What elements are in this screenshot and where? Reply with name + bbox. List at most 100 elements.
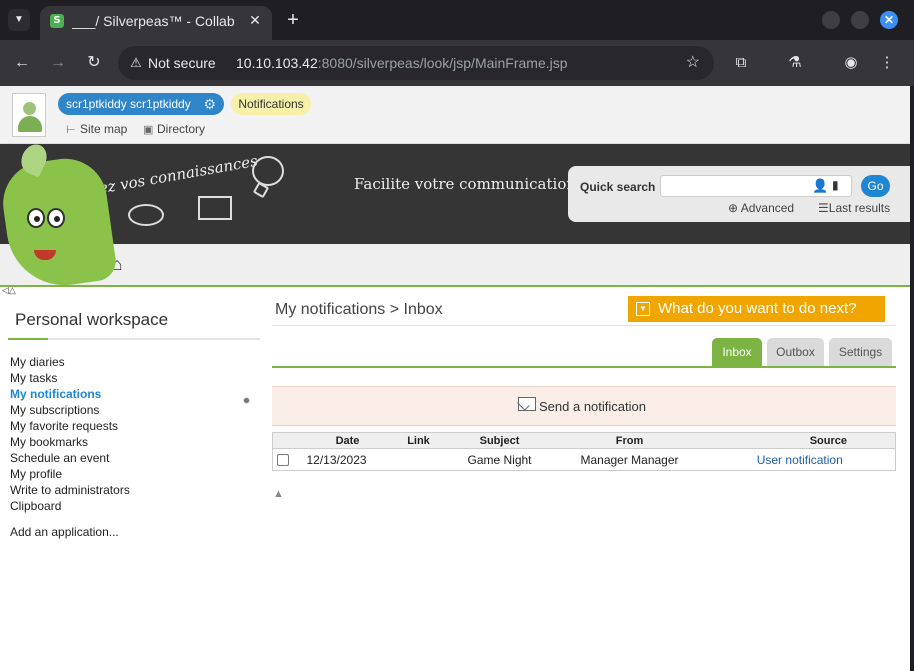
sitemap-icon: ⊢ bbox=[66, 124, 76, 136]
page-viewport: scr1ptkiddy scr1ptkiddy ⚙ Notifications … bbox=[0, 86, 910, 671]
send-notification-link[interactable]: Send a notification bbox=[539, 399, 646, 414]
kebab-menu-icon[interactable]: ⋮ bbox=[876, 52, 898, 74]
url-text[interactable]: 10.10.103.42:8080/silverpeas/look/jsp/Ma… bbox=[236, 54, 568, 72]
sidebar-item-my-notifications[interactable]: My notifications bbox=[10, 386, 101, 402]
url-path: :8080/silverpeas/look/jsp/MainFrame.jsp bbox=[317, 55, 568, 71]
breadcrumb: My notifications > Inbox bbox=[275, 301, 443, 319]
sidebar-item-my-diaries[interactable]: My diaries bbox=[10, 354, 65, 370]
silverpeas-favicon-icon: S bbox=[50, 14, 64, 28]
avatar-body bbox=[18, 116, 42, 132]
column-source[interactable]: Source bbox=[704, 432, 896, 449]
extension-icon[interactable]: ⧉ bbox=[730, 52, 752, 74]
avatar-head bbox=[23, 102, 36, 115]
row-subject[interactable]: Game Night bbox=[445, 449, 555, 471]
lab-flask-icon[interactable]: ⚗ bbox=[784, 52, 806, 74]
sidebar-item-schedule-event[interactable]: Schedule an event bbox=[10, 450, 109, 466]
browser-tabstrip: ▼ S ___/ Silverpeas™ - Collab ✕ + ✕ bbox=[0, 0, 914, 40]
breadcrumb-current: Inbox bbox=[403, 301, 443, 318]
column-select bbox=[272, 432, 303, 449]
nav-strip: ⌂ bbox=[0, 244, 910, 287]
document-icon[interactable]: ▮ bbox=[832, 178, 839, 192]
notifications-table: Date Link Subject From Source 12/13/2023… bbox=[272, 432, 896, 471]
directory-link[interactable]: ▣ Directory bbox=[143, 121, 205, 138]
tab-search-chevron-down-icon[interactable]: ▼ bbox=[8, 9, 30, 31]
chevron-down-icon: ▼ bbox=[636, 302, 650, 316]
sidebar-item-my-tasks[interactable]: My tasks bbox=[10, 370, 57, 386]
doodle-cloud bbox=[128, 204, 164, 226]
profile-icon[interactable]: ◉ bbox=[840, 52, 862, 74]
reload-icon[interactable]: ↻ bbox=[83, 52, 105, 74]
row-checkbox[interactable] bbox=[277, 454, 289, 467]
quick-search-label: Quick search bbox=[580, 180, 656, 194]
row-source-link[interactable]: User notification bbox=[705, 449, 896, 471]
breadcrumb-separator: > bbox=[389, 301, 400, 318]
row-date: 12/13/2023 bbox=[306, 452, 367, 467]
window-maximize-button[interactable] bbox=[851, 11, 869, 29]
what-next-label: What do you want to do next? bbox=[658, 300, 857, 317]
lightbulb-doodle bbox=[252, 156, 284, 186]
browser-tab[interactable]: S ___/ Silverpeas™ - Collab ✕ bbox=[40, 6, 272, 40]
collapse-toggle-icon[interactable]: ◁△ bbox=[2, 285, 16, 296]
arrow-up-icon[interactable]: ▲ bbox=[273, 488, 284, 500]
advanced-search-label: Advanced bbox=[740, 201, 795, 215]
user-name: scr1ptkiddy scr1ptkiddy bbox=[66, 97, 191, 111]
bookmark-star-icon[interactable]: ☆ bbox=[686, 53, 700, 73]
gear-icon[interactable]: ⚙ bbox=[203, 93, 216, 115]
not-secure-label[interactable]: Not secure bbox=[148, 54, 216, 72]
back-arrow-icon[interactable]: ← bbox=[11, 52, 33, 74]
column-date[interactable]: Date bbox=[302, 432, 393, 449]
avatar[interactable] bbox=[12, 93, 46, 137]
advanced-search-link[interactable]: ⊕ Advanced bbox=[728, 201, 794, 215]
menu-indicator-icon bbox=[243, 397, 250, 404]
table-row[interactable]: 12/13/2023 Game Night Manager Manager Us… bbox=[273, 449, 896, 471]
mascot-eye-left bbox=[27, 208, 45, 228]
forward-arrow-icon[interactable]: → bbox=[47, 52, 69, 74]
mascot-eye-right bbox=[47, 208, 65, 228]
sidebar-item-my-bookmarks[interactable]: My bookmarks bbox=[10, 434, 88, 450]
window-minimize-button[interactable] bbox=[822, 11, 840, 29]
sidebar-divider bbox=[8, 338, 260, 340]
last-results-label: Last results bbox=[828, 201, 891, 215]
sidebar-item-clipboard[interactable]: Clipboard bbox=[10, 498, 61, 514]
tab-settings[interactable]: Settings bbox=[829, 338, 892, 366]
banner-slogan-right: Facilite votre communication bbox=[354, 175, 577, 193]
last-results-link[interactable]: ☰Last results bbox=[818, 201, 890, 215]
tab-inbox[interactable]: Inbox bbox=[712, 338, 762, 366]
go-button[interactable]: Go bbox=[861, 175, 890, 197]
new-tab-plus-icon[interactable]: + bbox=[282, 9, 304, 31]
user-bar: scr1ptkiddy scr1ptkiddy ⚙ Notifications … bbox=[0, 86, 910, 144]
row-from: Manager Manager bbox=[580, 452, 679, 467]
user-name-button[interactable]: scr1ptkiddy scr1ptkiddy ⚙ bbox=[58, 93, 224, 115]
directory-label: Directory bbox=[157, 122, 206, 136]
browser-toolbar: ← → ↻ ⚠ Not secure 10.10.103.42:8080/sil… bbox=[0, 40, 914, 86]
column-link[interactable]: Link bbox=[392, 432, 445, 449]
column-subject[interactable]: Subject bbox=[444, 432, 555, 449]
table-header-row: Date Link Subject From Source bbox=[272, 432, 896, 449]
breadcrumb-root[interactable]: My notifications bbox=[275, 301, 385, 318]
advanced-search-icon: ⊕ bbox=[728, 201, 741, 215]
tabs-underline bbox=[272, 366, 896, 368]
tab-outbox[interactable]: Outbox bbox=[767, 338, 824, 366]
mascot-pupil bbox=[34, 216, 40, 222]
column-from[interactable]: From bbox=[554, 432, 705, 449]
breadcrumb-divider bbox=[272, 325, 896, 326]
url-host: 10.10.103.42 bbox=[236, 55, 318, 71]
row-link bbox=[393, 449, 445, 471]
window-close-icon[interactable]: ✕ bbox=[880, 11, 898, 29]
what-next-button[interactable]: ▼ What do you want to do next? bbox=[628, 296, 885, 322]
vertical-scrollbar[interactable] bbox=[910, 86, 914, 671]
mail-icon[interactable] bbox=[518, 397, 536, 411]
sidebar-item-my-profile[interactable]: My profile bbox=[10, 466, 62, 482]
add-application-link[interactable]: Add an application... bbox=[10, 524, 119, 540]
site-banner: Partagez vos connaissances Facilite votr… bbox=[0, 144, 910, 244]
sidebar-item-write-admins[interactable]: Write to administrators bbox=[10, 482, 130, 498]
tab-title: ___/ Silverpeas™ - Collab bbox=[72, 13, 235, 29]
notifications-button[interactable]: Notifications bbox=[231, 93, 311, 115]
address-bar[interactable]: ⚠ Not secure 10.10.103.42:8080/silverpea… bbox=[118, 46, 714, 80]
site-map-link[interactable]: ⊢ Site map bbox=[66, 121, 127, 138]
personal-workspace-title: Personal workspace bbox=[15, 310, 169, 329]
sidebar-item-my-subscriptions[interactable]: My subscriptions bbox=[10, 402, 99, 418]
sidebar-item-my-favorite-requests[interactable]: My favorite requests bbox=[10, 418, 118, 434]
tab-close-icon[interactable]: ✕ bbox=[246, 11, 264, 29]
person-icon[interactable]: 👤 bbox=[812, 178, 828, 194]
